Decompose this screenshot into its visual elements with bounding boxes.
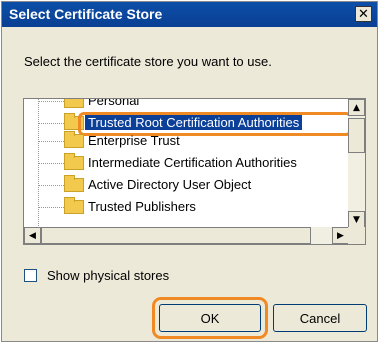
show-physical-stores-label: Show physical stores bbox=[47, 268, 170, 283]
scroll-left-icon[interactable]: ◀ bbox=[24, 227, 41, 244]
certificate-store-dialog: Select Certificate Store ✕ Select the ce… bbox=[1, 1, 378, 342]
instruction-text: Select the certificate store you want to… bbox=[24, 54, 272, 69]
horizontal-scrollbar[interactable]: ◀ ▶ bbox=[24, 227, 349, 244]
scrollbar-corner bbox=[348, 227, 365, 244]
close-icon: ✕ bbox=[358, 6, 369, 22]
store-item-label: Active Directory User Object bbox=[88, 177, 252, 192]
store-item-label: Enterprise Trust bbox=[88, 133, 180, 148]
vertical-scrollbar[interactable]: ▲ ▼ bbox=[348, 99, 365, 228]
scroll-right-icon[interactable]: ▶ bbox=[332, 227, 349, 244]
horizontal-scroll-thumb[interactable] bbox=[41, 227, 311, 244]
store-item-enterprise-trust[interactable]: Enterprise Trust bbox=[24, 130, 349, 152]
folder-icon bbox=[64, 99, 84, 108]
show-physical-stores-option[interactable]: Show physical stores bbox=[24, 268, 169, 283]
title-bar: Select Certificate Store ✕ bbox=[2, 2, 377, 27]
scroll-down-icon[interactable]: ▼ bbox=[348, 211, 365, 228]
folder-icon bbox=[64, 175, 84, 192]
vertical-scroll-thumb[interactable] bbox=[348, 118, 365, 153]
store-item-active-directory[interactable]: Active Directory User Object bbox=[24, 174, 349, 196]
folder-icon bbox=[64, 197, 84, 214]
store-item-label: Personal bbox=[88, 99, 140, 108]
certificate-store-list[interactable]: Personal Trusted Root Certification Auth… bbox=[23, 98, 366, 245]
store-item-label: Intermediate Certification Authorities bbox=[88, 155, 297, 170]
store-item-intermediate[interactable]: Intermediate Certification Authorities bbox=[24, 152, 349, 174]
show-physical-stores-checkbox[interactable] bbox=[24, 269, 37, 282]
scroll-up-icon[interactable]: ▲ bbox=[348, 99, 365, 116]
folder-icon bbox=[64, 131, 84, 148]
folder-icon bbox=[64, 153, 84, 170]
store-item-label: Trusted Publishers bbox=[88, 199, 196, 214]
window-title: Select Certificate Store bbox=[9, 6, 163, 22]
cancel-button[interactable]: Cancel bbox=[273, 304, 367, 332]
ok-button[interactable]: OK bbox=[159, 304, 261, 332]
close-button[interactable]: ✕ bbox=[355, 6, 372, 22]
store-item-personal[interactable]: Personal bbox=[24, 99, 349, 112]
store-item-trusted-publishers[interactable]: Trusted Publishers bbox=[24, 196, 349, 218]
